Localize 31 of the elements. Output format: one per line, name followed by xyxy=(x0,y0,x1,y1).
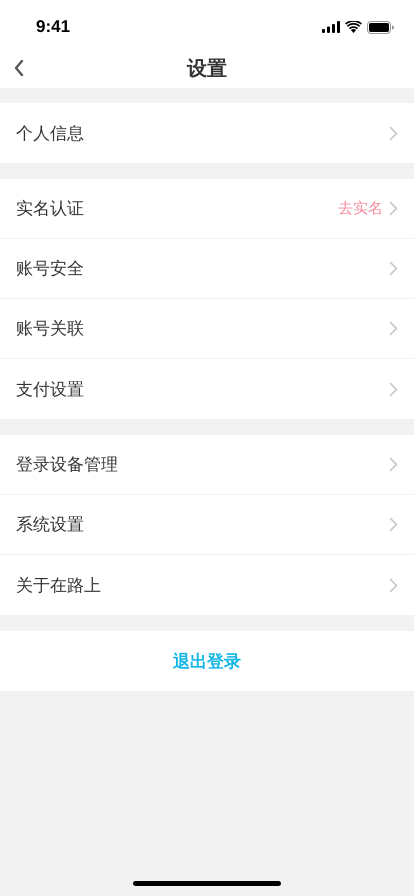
chevron-icon xyxy=(389,457,398,472)
settings-row[interactable]: 关于在路上 xyxy=(0,555,414,615)
signal-icon xyxy=(322,21,340,33)
chevron-icon xyxy=(389,201,398,216)
chevron-icon xyxy=(389,517,398,532)
row-label: 账号关联 xyxy=(16,318,84,340)
chevron-icon xyxy=(389,578,398,592)
row-label: 实名认证 xyxy=(16,198,84,220)
row-label: 账号安全 xyxy=(16,258,84,280)
chevron-icon xyxy=(389,261,398,276)
settings-row[interactable]: 系统设置 xyxy=(0,495,414,555)
settings-row[interactable]: 支付设置 xyxy=(0,359,414,419)
row-label: 登录设备管理 xyxy=(16,454,118,476)
settings-row[interactable]: 登录设备管理 xyxy=(0,435,414,495)
row-label: 关于在路上 xyxy=(16,574,101,596)
row-value: 去实名 xyxy=(338,199,383,218)
back-icon xyxy=(13,59,25,77)
status-time: 9:41 xyxy=(36,16,70,37)
chevron-icon xyxy=(389,382,398,396)
settings-row[interactable]: 账号关联 xyxy=(0,299,414,359)
page-title: 设置 xyxy=(187,54,227,82)
battery-icon xyxy=(367,20,394,34)
row-label: 支付设置 xyxy=(16,378,84,400)
chevron-icon xyxy=(389,321,398,336)
row-label: 系统设置 xyxy=(16,514,84,536)
wifi-icon xyxy=(345,21,362,33)
settings-row[interactable]: 实名认证 去实名 xyxy=(0,179,414,239)
settings-row[interactable]: 个人信息 xyxy=(0,103,414,163)
settings-row[interactable]: 账号安全 xyxy=(0,239,414,299)
chevron-icon xyxy=(389,126,398,140)
row-label: 个人信息 xyxy=(16,122,84,144)
